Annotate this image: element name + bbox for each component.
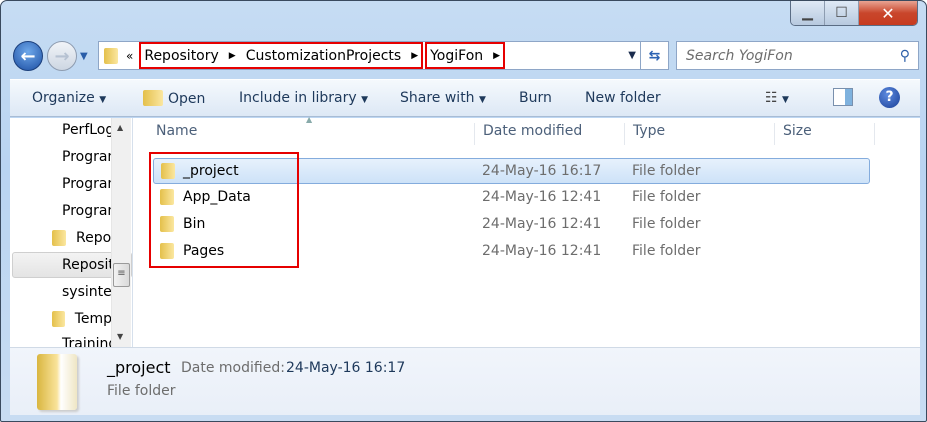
nav-item[interactable]: Repo: [52, 226, 112, 250]
refresh-button[interactable]: ⇆: [640, 42, 668, 69]
address-dropdown-icon[interactable]: ▼: [628, 50, 636, 61]
folder-icon: [52, 311, 65, 327]
scrollbar-thumb[interactable]: ≡: [113, 263, 130, 287]
share-with-button[interactable]: Share with ▼: [400, 90, 486, 106]
close-button[interactable]: ✕: [859, 1, 917, 25]
nav-item[interactable]: Training: [52, 332, 112, 347]
files-highlight-box: [149, 152, 299, 268]
forward-button[interactable]: →: [47, 41, 77, 71]
file-type: File folder: [632, 243, 701, 259]
folder-icon: [52, 230, 66, 246]
minimize-button[interactable]: ▁: [791, 1, 825, 25]
burn-button[interactable]: Burn: [519, 90, 552, 106]
details-pane: _project Date modified: 24-May-16 16:17 …: [10, 347, 920, 415]
column-header-date[interactable]: Date modified: [475, 123, 625, 145]
nav-item[interactable]: PerfLogs: [52, 118, 112, 142]
column-header-size[interactable]: Size: [775, 123, 875, 145]
details-name: _project: [107, 358, 171, 377]
file-type: File folder: [632, 189, 701, 205]
breadcrumb-arrow-icon[interactable]: ▶: [493, 51, 500, 61]
command-bar: Organize ▼ Open Include in library ▼ Sha…: [10, 79, 920, 117]
search-input[interactable]: Search YogiFon ⚲: [676, 41, 919, 70]
explorer-window: ▁ ☐ ✕ ← → ▼ « Repository ▶ Customization…: [0, 0, 927, 422]
scroll-up-icon[interactable]: ▲: [117, 123, 123, 132]
search-placeholder: Search YogiFon: [686, 47, 793, 64]
breadcrumb-current-highlight: YogiFon ▶: [425, 42, 506, 69]
open-button[interactable]: Open: [143, 90, 205, 107]
nav-scrollbar[interactable]: ▲ ≡ ▼: [111, 118, 131, 347]
help-icon[interactable]: ?: [879, 87, 900, 108]
file-date: 24-May-16 12:41: [482, 243, 602, 259]
open-folder-icon: [143, 90, 163, 106]
breadcrumb-yogifon[interactable]: YogiFon: [430, 48, 483, 64]
file-type: File folder: [632, 163, 701, 179]
details-type: File folder: [107, 383, 176, 399]
details-date: 24-May-16 16:17: [286, 360, 406, 376]
navigation-pane: PerfLogs Program Files Program Files (x8…: [10, 118, 133, 347]
file-date: 24-May-16 16:17: [482, 163, 602, 179]
file-date: 24-May-16 12:41: [482, 216, 602, 232]
include-in-library-button[interactable]: Include in library ▼: [239, 90, 368, 106]
details-date-label: Date modified:: [181, 360, 285, 376]
new-folder-button[interactable]: New folder: [585, 90, 661, 106]
folder-icon: [104, 47, 118, 64]
breadcrumb-arrow-icon[interactable]: ▶: [411, 51, 418, 61]
recent-pages-dropdown[interactable]: ▼: [80, 51, 88, 62]
maximize-button[interactable]: ☐: [825, 1, 859, 25]
large-folder-icon: [37, 354, 77, 410]
search-icon[interactable]: ⚲: [900, 48, 910, 64]
overflow-chevron[interactable]: «: [126, 49, 133, 63]
back-button[interactable]: ←: [13, 41, 43, 71]
breadcrumb-customizationprojects[interactable]: CustomizationProjects: [246, 48, 401, 64]
breadcrumb-arrow-icon[interactable]: ▶: [229, 51, 236, 61]
address-bar[interactable]: « Repository ▶ CustomizationProjects ▶ Y…: [98, 41, 669, 70]
nav-item[interactable]: ProgramData: [52, 199, 112, 223]
file-date: 24-May-16 12:41: [482, 189, 602, 205]
navigation-buttons: ← → ▼: [13, 41, 88, 71]
view-options-icon[interactable]: ☷ ▼: [765, 90, 789, 106]
organize-button[interactable]: Organize ▼: [32, 90, 106, 106]
file-type: File folder: [632, 216, 701, 232]
nav-item-selected[interactable]: Repository: [52, 253, 112, 277]
nav-item[interactable]: Temp: [52, 307, 112, 331]
nav-item[interactable]: Program Files: [52, 145, 112, 169]
breadcrumb-highlight: Repository ▶ CustomizationProjects ▶: [139, 42, 424, 69]
nav-item[interactable]: sysinternals: [52, 280, 112, 304]
breadcrumb-repository[interactable]: Repository: [144, 48, 218, 64]
column-header-name[interactable]: Name: [148, 123, 475, 145]
column-header-type[interactable]: Type: [625, 123, 775, 145]
content-area: PerfLogs Program Files Program Files (x8…: [10, 115, 920, 347]
preview-pane-icon[interactable]: [833, 88, 853, 106]
caption-buttons: ▁ ☐ ✕: [790, 1, 918, 26]
scroll-down-icon[interactable]: ▼: [117, 332, 123, 341]
nav-item[interactable]: Program Files (x86): [52, 172, 112, 196]
